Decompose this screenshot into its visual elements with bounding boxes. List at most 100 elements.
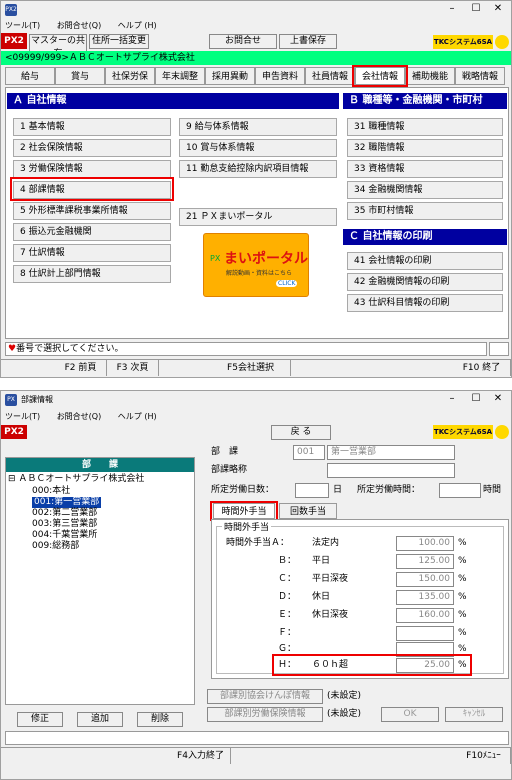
labor-ins-info-button[interactable]: 部課別労働保険情報 [207, 707, 323, 722]
function-key-bar: F2 前頁 F3 次頁 F5会社選択 F10 終了 [1, 359, 511, 377]
menu-bar: ツール(T) お問合せ(Q) ヘルプ (H) [1, 20, 511, 33]
ot-a-value[interactable]: 100.00 [396, 536, 454, 551]
tree-node[interactable]: 004:千葉営業所 [32, 530, 97, 541]
menu-item-basic-info[interactable]: 1 基本情報 [13, 118, 171, 136]
menu-item-bank[interactable]: 6 振込元金融機関 [13, 223, 171, 241]
tree-header: 部 課 [6, 458, 194, 472]
hours-label: 所定労働時間： [357, 485, 421, 495]
menu-item-salary-system[interactable]: 9 給与体系情報 [179, 118, 337, 136]
tab-bonus[interactable]: 賞与 [55, 67, 105, 85]
overtime-panel: 時間外手当 時間外手当Ａ： 法定内 100.00 % Ｂ： 平日 125.00 … [211, 519, 509, 679]
ot-b-value[interactable]: 125.00 [396, 554, 454, 569]
menu-item-bonus-system[interactable]: 10 賞与体系情報 [179, 139, 337, 157]
lion-icon [495, 35, 509, 49]
tab-aux[interactable]: 補助機能 [405, 67, 455, 85]
menu-inquiry[interactable]: お問合せ(Q) [57, 412, 102, 421]
lion-icon [495, 425, 509, 439]
tree-node-selected[interactable]: 001:第一営業部 [32, 497, 102, 508]
app-icon: PX [5, 394, 17, 406]
portal-banner-title: まいポータル [224, 251, 308, 267]
ot-e-value[interactable]: 160.00 [396, 608, 454, 623]
portal-banner[interactable]: PX まいポータル 解説動画・資料はこちら CLICK [203, 233, 309, 297]
f10-exit-key[interactable]: F10 終了 [453, 360, 511, 376]
menu-item-print-company[interactable]: 41 会社情報の印刷 [347, 252, 503, 270]
menu-item-tax-office[interactable]: 5 外形標準課税事業所情報 [13, 202, 171, 220]
f4-input-end-key[interactable]: F4入力終了 [171, 748, 231, 764]
menu-item-job-type[interactable]: 31 職種情報 [347, 118, 503, 136]
tab-report[interactable]: 申告資料 [255, 67, 305, 85]
inquiry-button[interactable]: お問合せ [209, 34, 277, 49]
tab-employee[interactable]: 社員情報 [305, 67, 355, 85]
tab-strategy[interactable]: 戦略情報 [455, 67, 505, 85]
ot-c-value[interactable]: 150.00 [396, 572, 454, 587]
minimize-button[interactable]: – [441, 392, 463, 406]
tree-root[interactable]: ⊟ ＡＢＣオートサプライ株式会社 [8, 474, 144, 485]
status-text: 番号で選択してください。 [16, 344, 124, 354]
window-title: 部課情報 [21, 395, 53, 404]
menu-help[interactable]: ヘルプ (H) [118, 21, 157, 30]
minimize-button[interactable]: – [441, 2, 463, 16]
days-field[interactable] [295, 483, 329, 498]
menu-item-social-ins[interactable]: 2 社会保険情報 [13, 139, 171, 157]
menu-inquiry[interactable]: お問合せ(Q) [57, 21, 102, 30]
kenpo-info-button[interactable]: 部課別協会けんぽ情報 [207, 689, 323, 704]
hours-field[interactable] [439, 483, 481, 498]
abbrev-label: 部課略称 [211, 465, 248, 475]
close-button[interactable]: ✕ [487, 2, 509, 16]
tab-social-insurance[interactable]: 社保労保 [105, 67, 155, 85]
ot-a-key: 時間外手当Ａ： [226, 538, 290, 548]
menu-item-financial-inst[interactable]: 34 金融機関情報 [347, 181, 503, 199]
delete-button[interactable]: 削除 [137, 712, 183, 727]
ot-f-value[interactable] [396, 626, 454, 641]
tab-year-end[interactable]: 年末調整 [155, 67, 205, 85]
add-button[interactable]: 追加 [77, 712, 123, 727]
menu-item-print-account[interactable]: 43 仕訳科目情報の印刷 [347, 294, 503, 312]
cancel-button[interactable]: ｷｬﾝｾﾙ [445, 707, 503, 722]
tab-count-allowance[interactable]: 回数手当 [279, 503, 337, 519]
tree-node[interactable]: 009:総務部 [32, 541, 79, 552]
tab-hiring[interactable]: 採用異動 [205, 67, 255, 85]
ok-button[interactable]: OK [381, 707, 439, 722]
menu-help[interactable]: ヘルプ (H) [118, 412, 157, 421]
close-button[interactable]: ✕ [487, 392, 509, 406]
menu-item-print-bank[interactable]: 42 金融機関情報の印刷 [347, 273, 503, 291]
overtime-group-title: 時間外手当 [222, 520, 272, 533]
dept-code-field[interactable]: 001 [293, 445, 325, 460]
menu-item-journal-dept[interactable]: 8 仕訳計上部門情報 [13, 265, 171, 283]
menu-item-labor-ins[interactable]: 3 労働保険情報 [13, 160, 171, 178]
edit-button[interactable]: 修正 [17, 712, 63, 727]
maximize-button[interactable]: ☐ [465, 2, 487, 16]
menu-item-portal[interactable]: 21 ＰＸまいポータル [179, 208, 337, 226]
department-tree: 部 課 ⊟ ＡＢＣオートサプライ株式会社 000:本社 001:第一営業部 00… [5, 457, 195, 705]
menu-tools[interactable]: ツール(T) [5, 21, 40, 30]
menu-item-qualification[interactable]: 33 資格情報 [347, 160, 503, 178]
menu-item-attendance[interactable]: 11 勤怠支給控除内訳項目情報 [179, 160, 337, 178]
tab-salary[interactable]: 給与 [5, 67, 55, 85]
ot-c-label: 平日深夜 [312, 574, 349, 584]
abbrev-field[interactable] [327, 463, 455, 478]
ot-e-label: 休日深夜 [312, 610, 349, 620]
department-info-window: PX 部課情報 – ☐ ✕ ツール(T) お問合せ(Q) ヘルプ (H) PX2… [0, 390, 512, 780]
ot-b-label: 平日 [312, 556, 331, 566]
heart-icon: ♥ [8, 344, 17, 354]
back-button[interactable]: 戻 る [271, 425, 331, 440]
menu-item-journal[interactable]: 7 仕訳情報 [13, 244, 171, 262]
f3-next-key[interactable]: F3 次頁 [107, 360, 159, 376]
menu-tools[interactable]: ツール(T) [5, 412, 40, 421]
tree-node[interactable]: 003:第三営業部 [32, 519, 97, 530]
status-input[interactable] [489, 342, 509, 356]
overwrite-save-button[interactable]: 上書保存 [279, 34, 337, 49]
menu-item-job-rank[interactable]: 32 職階情報 [347, 139, 503, 157]
main-menu-window: PX2 – ☐ ✕ ツール(T) お問合せ(Q) ヘルプ (H) PX2 マスタ… [0, 0, 512, 378]
f10-menu-key[interactable]: F10ﾒﾆｭｰ [457, 748, 511, 764]
maximize-button[interactable]: ☐ [465, 392, 487, 406]
ot-d-value[interactable]: 135.00 [396, 590, 454, 605]
menu-item-municipality[interactable]: 35 市町村情報 [347, 202, 503, 220]
address-change-button[interactable]: 住所一括変更 [89, 34, 149, 49]
tkc-logo: TKCシステム6SA [433, 35, 493, 49]
f5-company-select-key[interactable]: F5会社選択 [211, 360, 291, 376]
dept-name-field[interactable]: 第一営業部 [327, 445, 455, 460]
f2-prev-key[interactable]: F2 前頁 [55, 360, 107, 376]
tree-node[interactable]: 002:第二営業部 [32, 508, 97, 519]
tree-node[interactable]: 000:本社 [32, 486, 70, 497]
